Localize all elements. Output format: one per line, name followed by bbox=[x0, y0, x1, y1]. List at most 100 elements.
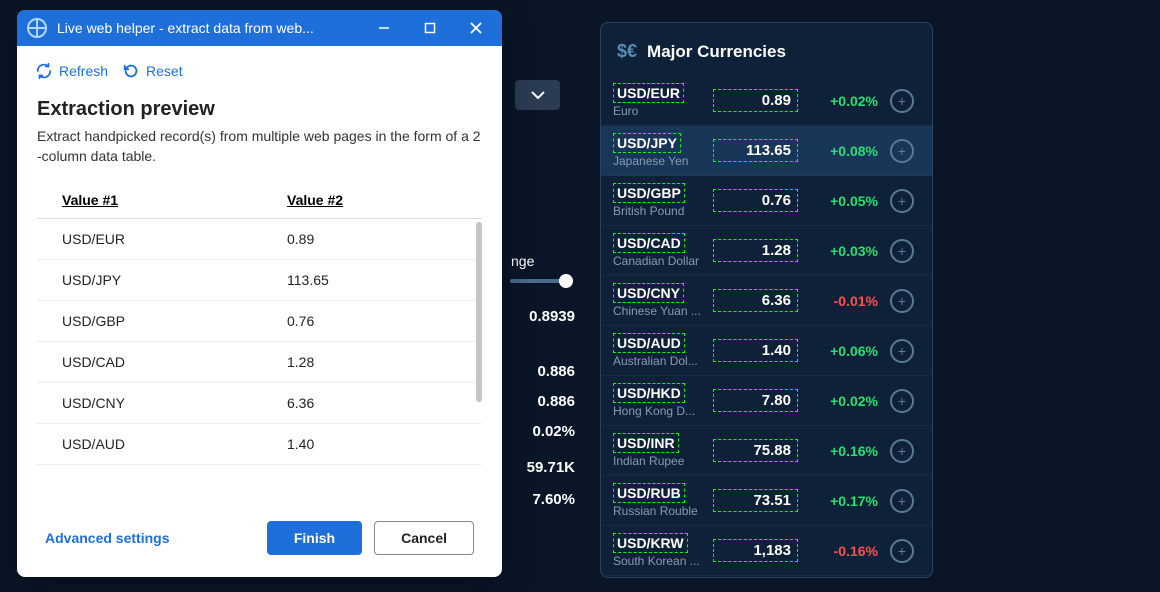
currency-pair: USD/AUD bbox=[613, 333, 685, 353]
currencies-header: $€ Major Currencies bbox=[601, 23, 932, 76]
titlebar[interactable]: Live web helper - extract data from web.… bbox=[17, 10, 502, 46]
currency-rate: 1,183 bbox=[713, 539, 798, 562]
currency-change: +0.08% bbox=[816, 143, 878, 159]
currency-pair: USD/CAD bbox=[613, 233, 685, 253]
currency-name: Russian Rouble bbox=[613, 504, 708, 518]
cell-pair: USD/JPY bbox=[62, 272, 287, 288]
column-header[interactable]: Value #1 bbox=[62, 192, 287, 208]
bg-value: 0.886 bbox=[537, 363, 575, 380]
currency-rate: 73.51 bbox=[713, 489, 798, 512]
currencies-title: Major Currencies bbox=[647, 42, 786, 62]
dialog-content: Extraction preview Extract handpicked re… bbox=[17, 90, 502, 503]
currency-pair: USD/CNY bbox=[613, 283, 684, 303]
currency-name: South Korean ... bbox=[613, 554, 708, 568]
currency-name: Canadian Dollar bbox=[613, 254, 708, 268]
maximize-button[interactable] bbox=[412, 14, 448, 42]
bg-value: 59.71K bbox=[527, 459, 575, 476]
currency-row[interactable]: USD/RUB Russian Rouble 73.51 +0.17% + bbox=[601, 476, 932, 526]
currency-row[interactable]: USD/JPY Japanese Yen 113.65 +0.08% + bbox=[601, 126, 932, 176]
currency-pair: USD/JPY bbox=[613, 133, 681, 153]
cancel-button[interactable]: Cancel bbox=[374, 521, 474, 555]
dialog-title: Live web helper - extract data from web.… bbox=[57, 20, 356, 36]
table-row[interactable]: USD/AUD 1.40 bbox=[37, 424, 482, 465]
currency-change: +0.16% bbox=[816, 443, 878, 459]
close-button[interactable] bbox=[458, 14, 494, 42]
currency-pair: USD/INR bbox=[613, 433, 679, 453]
table-row[interactable]: USD/EUR 0.89 bbox=[37, 219, 482, 260]
currency-row[interactable]: USD/EUR Euro 0.89 +0.02% + bbox=[601, 76, 932, 126]
currency-icon: $€ bbox=[617, 41, 637, 62]
preview-heading: Extraction preview bbox=[37, 98, 482, 121]
add-icon[interactable]: + bbox=[890, 89, 914, 113]
currency-rate: 1.28 bbox=[713, 239, 798, 262]
finish-button[interactable]: Finish bbox=[267, 521, 362, 555]
currency-rate: 0.76 bbox=[713, 189, 798, 212]
cell-pair: USD/CAD bbox=[62, 354, 287, 370]
add-icon[interactable]: + bbox=[890, 189, 914, 213]
currency-pair: USD/RUB bbox=[613, 483, 685, 503]
add-icon[interactable]: + bbox=[890, 539, 914, 563]
currency-row[interactable]: USD/HKD Hong Kong D... 7.80 +0.02% + bbox=[601, 376, 932, 426]
refresh-button[interactable]: Refresh bbox=[35, 62, 108, 80]
currency-name: Chinese Yuan ... bbox=[613, 304, 708, 318]
currency-row[interactable]: USD/KRW South Korean ... 1,183 -0.16% + bbox=[601, 526, 932, 576]
bg-value: 0.886 bbox=[537, 393, 575, 410]
currency-name: Hong Kong D... bbox=[613, 404, 708, 418]
currency-name: Indian Rupee bbox=[613, 454, 708, 468]
currencies-panel: $€ Major Currencies USD/EUR Euro 0.89 +0… bbox=[600, 22, 933, 578]
currency-change: +0.06% bbox=[816, 343, 878, 359]
reset-button[interactable]: Reset bbox=[122, 62, 183, 80]
currency-rate: 6.36 bbox=[713, 289, 798, 312]
currency-name: Euro bbox=[613, 104, 708, 118]
scrollbar[interactable] bbox=[476, 222, 482, 402]
currency-row[interactable]: USD/CAD Canadian Dollar 1.28 +0.03% + bbox=[601, 226, 932, 276]
globe-icon bbox=[27, 18, 47, 38]
refresh-label: Refresh bbox=[59, 63, 108, 79]
add-icon[interactable]: + bbox=[890, 489, 914, 513]
currency-row[interactable]: USD/INR Indian Rupee 75.88 +0.16% + bbox=[601, 426, 932, 476]
preview-table: Value #1 Value #2 USD/EUR 0.89 USD/JPY 1… bbox=[37, 186, 482, 468]
cell-pair: USD/CNY bbox=[62, 395, 287, 411]
currency-name: British Pound bbox=[613, 204, 708, 218]
reset-icon bbox=[122, 62, 140, 80]
table-row[interactable]: USD/GBP 0.76 bbox=[37, 301, 482, 342]
advanced-settings-link[interactable]: Advanced settings bbox=[45, 530, 255, 546]
table-row[interactable]: USD/CAD 1.28 bbox=[37, 342, 482, 383]
add-icon[interactable]: + bbox=[890, 339, 914, 363]
bg-value: 0.02% bbox=[532, 423, 575, 440]
currency-rate: 75.88 bbox=[713, 439, 798, 462]
minimize-button[interactable] bbox=[366, 14, 402, 42]
currency-row[interactable]: USD/GBP British Pound 0.76 +0.05% + bbox=[601, 176, 932, 226]
table-row[interactable]: USD/CNY 6.36 bbox=[37, 383, 482, 424]
cell-pair: USD/GBP bbox=[62, 313, 287, 329]
currency-change: -0.01% bbox=[816, 293, 878, 309]
currency-rate: 1.40 bbox=[713, 339, 798, 362]
currency-change: +0.03% bbox=[816, 243, 878, 259]
currency-pair: USD/KRW bbox=[613, 533, 688, 553]
column-header[interactable]: Value #2 bbox=[287, 192, 457, 208]
currency-pair: USD/HKD bbox=[613, 383, 685, 403]
extract-dialog: Live web helper - extract data from web.… bbox=[17, 10, 502, 577]
add-icon[interactable]: + bbox=[890, 139, 914, 163]
cell-pair: USD/AUD bbox=[62, 436, 287, 452]
cell-rate: 1.40 bbox=[287, 436, 457, 452]
table-header: Value #1 Value #2 bbox=[37, 186, 482, 219]
currency-change: -0.16% bbox=[816, 543, 878, 559]
currency-row[interactable]: USD/AUD Australian Dol... 1.40 +0.06% + bbox=[601, 326, 932, 376]
cell-rate: 1.28 bbox=[287, 354, 457, 370]
currency-change: +0.05% bbox=[816, 193, 878, 209]
currency-pair: USD/GBP bbox=[613, 183, 685, 203]
dialog-footer: Advanced settings Finish Cancel bbox=[17, 503, 502, 577]
add-icon[interactable]: + bbox=[890, 239, 914, 263]
currency-row[interactable]: USD/CNY Chinese Yuan ... 6.36 -0.01% + bbox=[601, 276, 932, 326]
currency-rate: 7.80 bbox=[713, 389, 798, 412]
table-row[interactable]: USD/JPY 113.65 bbox=[37, 260, 482, 301]
add-icon[interactable]: + bbox=[890, 439, 914, 463]
cell-rate: 0.76 bbox=[287, 313, 457, 329]
currency-name: Japanese Yen bbox=[613, 154, 708, 168]
bg-value: 0.8939 bbox=[529, 308, 575, 325]
bg-value: 7.60% bbox=[532, 491, 575, 508]
add-icon[interactable]: + bbox=[890, 289, 914, 313]
add-icon[interactable]: + bbox=[890, 389, 914, 413]
cell-rate: 0.89 bbox=[287, 231, 457, 247]
